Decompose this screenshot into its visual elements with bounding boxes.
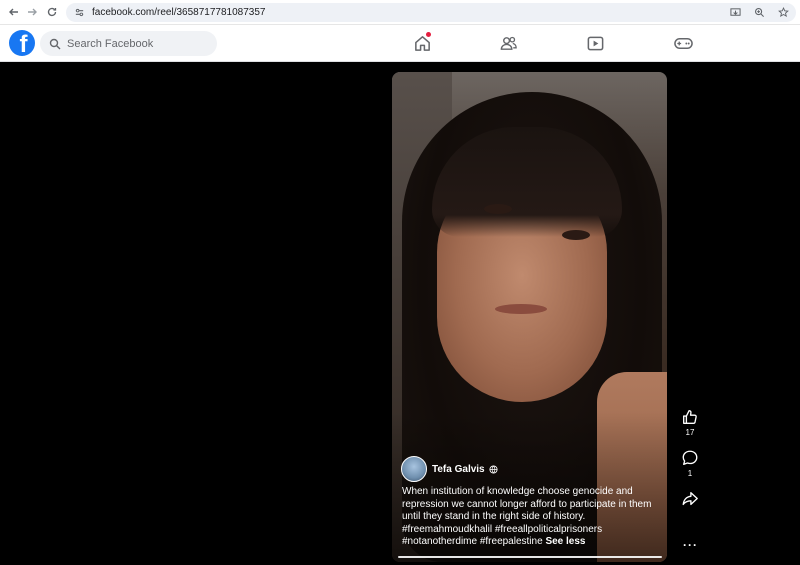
nav-home[interactable] <box>402 25 442 62</box>
video-subject-eye <box>484 204 512 214</box>
site-settings-icon[interactable] <box>72 6 86 20</box>
video-progress-bar[interactable] <box>398 556 662 558</box>
nav-video[interactable] <box>575 25 615 62</box>
install-app-icon[interactable] <box>728 5 742 19</box>
reel-author[interactable]: Tefa Galvis <box>401 456 498 482</box>
video-icon <box>587 36 603 51</box>
reload-icon[interactable] <box>42 2 62 22</box>
nav-friends[interactable] <box>488 25 528 62</box>
like-icon <box>683 410 697 424</box>
share-icon <box>682 492 698 506</box>
comment-icon <box>682 450 698 465</box>
bookmark-star-icon[interactable] <box>776 5 790 19</box>
facebook-logo[interactable]: f <box>9 30 35 56</box>
browser-toolbar: facebook.com/reel/3658717781087357 <box>0 0 800 25</box>
notification-dot <box>426 32 431 37</box>
like-count: 17 <box>685 428 695 437</box>
facebook-header: f <box>0 25 800 62</box>
search-input[interactable] <box>67 37 207 50</box>
comment-count: 1 <box>687 469 693 478</box>
more-options-button[interactable]: ··· <box>683 538 698 552</box>
public-globe-icon <box>489 464 498 474</box>
search-icon <box>48 37 61 50</box>
reel-video[interactable]: Tefa Galvis When institution of knowledg… <box>392 72 667 562</box>
forward-icon[interactable] <box>22 2 42 22</box>
gaming-icon <box>673 37 693 50</box>
address-bar[interactable]: facebook.com/reel/3658717781087357 <box>66 3 796 22</box>
like-button[interactable]: 17 <box>679 408 701 437</box>
video-subject-mouth <box>495 304 547 314</box>
caption-text: When institution of knowledge choose gen… <box>402 486 652 547</box>
avatar[interactable] <box>401 456 427 482</box>
search-box[interactable] <box>40 31 217 56</box>
back-icon[interactable] <box>4 2 24 22</box>
comment-button[interactable]: 1 <box>679 449 701 478</box>
reel-caption: When institution of knowledge choose gen… <box>402 486 657 549</box>
author-name[interactable]: Tefa Galvis <box>432 464 485 475</box>
nav-gaming[interactable] <box>663 25 703 62</box>
see-less-button[interactable]: See less <box>545 536 585 547</box>
friends-icon <box>500 36 517 50</box>
url-text: facebook.com/reel/3658717781087357 <box>92 7 266 18</box>
video-subject-eye <box>562 230 590 240</box>
facebook-logo-letter: f <box>19 31 28 57</box>
share-button[interactable] <box>679 490 701 508</box>
zoom-icon[interactable] <box>752 5 766 19</box>
